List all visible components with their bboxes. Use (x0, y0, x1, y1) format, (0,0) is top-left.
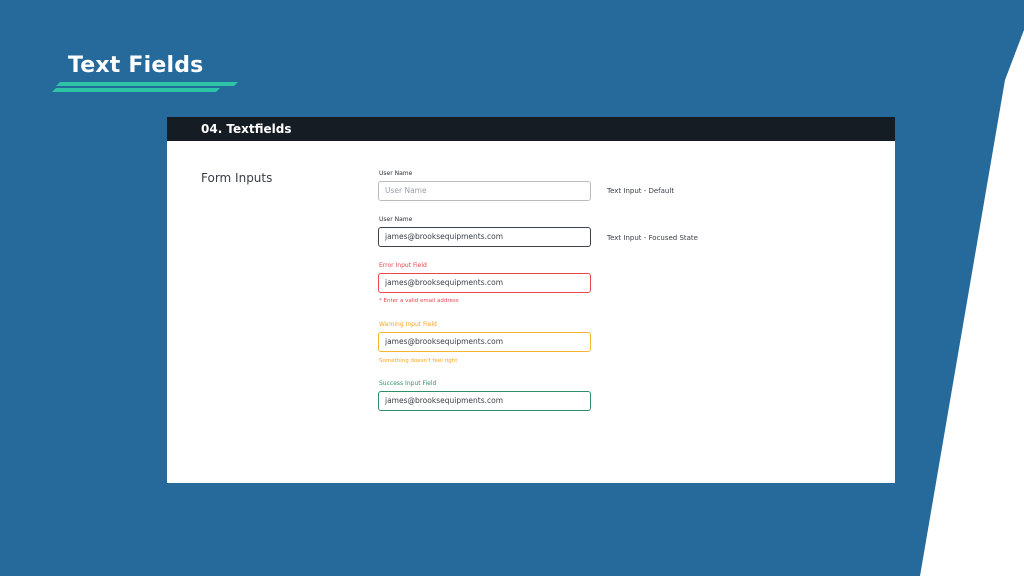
field-label-warning: Warning Input Field (379, 321, 437, 328)
section-title: Form Inputs (201, 171, 273, 185)
error-helper-text: * Enter a valid email address (379, 298, 459, 304)
field-label-username-focused: User Name (379, 216, 413, 223)
username-input-focused[interactable]: james@brooksequipments.com (378, 227, 591, 247)
warning-input[interactable]: james@brooksequipments.com (378, 332, 591, 352)
textfields-card: 04. Textfields Form Inputs User Name Use… (167, 117, 895, 483)
note-focused: Text Input - Focused State (607, 234, 698, 242)
username-input-default[interactable]: User Name (378, 181, 591, 201)
slide-title: Text Fields (68, 53, 204, 78)
field-label-success: Success Input Field (379, 380, 437, 387)
error-input[interactable]: james@brooksequipments.com (378, 273, 591, 293)
success-input[interactable]: james@brooksequipments.com (378, 391, 591, 411)
field-label-username-default: User Name (379, 170, 413, 177)
field-label-error: Error Input Field (379, 262, 427, 269)
card-header: 04. Textfields (167, 117, 895, 141)
note-default: Text Input - Default (607, 187, 675, 195)
warning-helper-text: Something doesn't feel right (379, 358, 458, 364)
